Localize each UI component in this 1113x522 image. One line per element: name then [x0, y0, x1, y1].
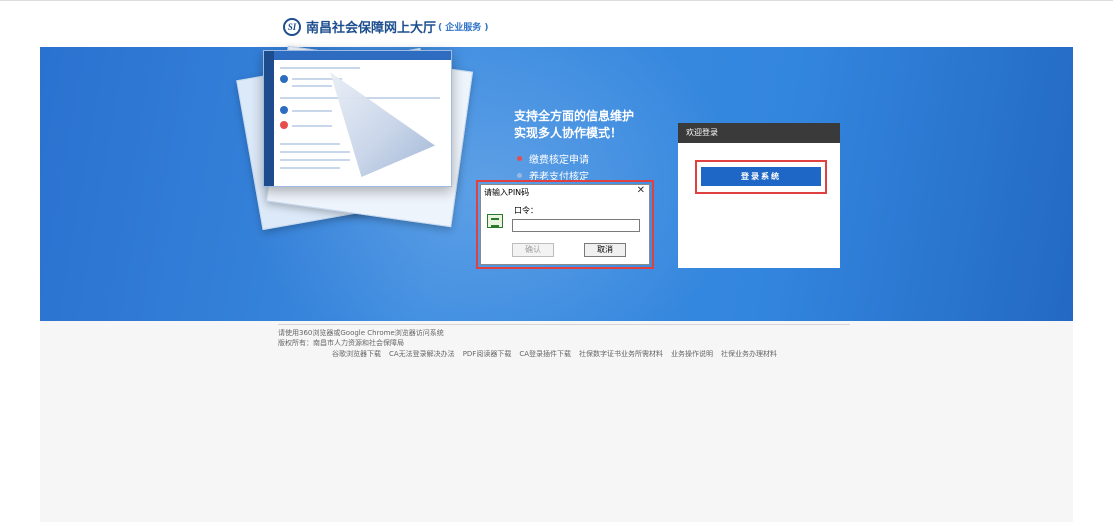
illustration-line [280, 151, 350, 153]
browser-note: 请使用360浏览器或Google Chrome浏览器访问系统 [278, 329, 444, 337]
login-panel: 欢迎登录 登录系统 [678, 123, 840, 268]
copyright-text: 版权所有：南昌市人力资源和社会保障局 [278, 339, 404, 347]
close-icon[interactable]: ✕ [637, 185, 645, 196]
certificate-icon [487, 214, 503, 228]
footer-link-business-materials[interactable]: 社保业务办理材料 [721, 349, 777, 359]
illustration-topbar [274, 51, 451, 60]
footer-link-certificate-materials[interactable]: 社保数字证书业务所需材料 [579, 349, 663, 359]
login-button-highlight: 登录系统 [695, 160, 827, 194]
illustration-sidebar [264, 51, 274, 186]
illustration-line [280, 159, 350, 161]
pin-label: 口令： [514, 206, 538, 215]
pin-input[interactable] [512, 219, 640, 232]
login-panel-title: 欢迎登录 [686, 128, 718, 137]
slogan-line-2: 实现多人协作模式！ [514, 126, 623, 140]
feature-bullet: 缴费核定申请 [517, 151, 589, 166]
login-system-button[interactable]: 登录系统 [701, 167, 821, 186]
social-insurance-logo-icon: SI [283, 17, 301, 36]
footer-link-ca-plugin[interactable]: CA登录插件下载 [519, 349, 571, 359]
pin-cancel-button[interactable]: 取消 [584, 243, 626, 257]
illustration-dot [280, 106, 288, 114]
site-logo[interactable]: SI 南昌社会保障网上大厅 ( 企业服务 ) [283, 17, 489, 36]
illustration-line [292, 85, 332, 87]
banner-slogan: 支持全方面的信息维护 实现多人协作模式！ [514, 108, 634, 142]
page-header: SI 南昌社会保障网上大厅 ( 企业服务 ) [0, 1, 1113, 47]
site-subtitle: ( 企业服务 ) [438, 23, 489, 33]
bullet-dot-icon [517, 156, 522, 161]
slogan-line-1: 支持全方面的信息维护 [514, 109, 635, 123]
pin-dialog-title: 请输入PIN码 [484, 188, 530, 197]
footer-links: 谷歌浏览器下载 CA无法登录解决办法 PDF阅读器下载 CA登录插件下载 社保数… [332, 349, 777, 359]
pin-dialog-highlight: 请输入PIN码 ✕ 口令： 确认 取消 [476, 180, 654, 269]
footer-link-operation-guide[interactable]: 业务操作说明 [671, 349, 713, 359]
feature-label: 缴费核定申请 [529, 155, 589, 166]
illustration-line [280, 167, 340, 169]
bullet-dot-icon [517, 173, 522, 178]
site-title: 南昌社会保障网上大厅 [306, 21, 437, 36]
pin-dialog: 请输入PIN码 ✕ 口令： 确认 取消 [480, 184, 650, 265]
footer-link-pdf-reader[interactable]: PDF阅读器下载 [463, 349, 512, 359]
login-panel-header: 欢迎登录 [678, 123, 840, 143]
footer-link-ca-login-fix[interactable]: CA无法登录解决办法 [389, 349, 455, 359]
footer-link-chrome-download[interactable]: 谷歌浏览器下载 [332, 349, 381, 359]
illustration-dot [280, 75, 288, 83]
illustration-line [292, 110, 332, 112]
illustration-line [280, 67, 360, 69]
footer-divider [278, 324, 850, 325]
illustration-line [280, 143, 340, 145]
illustration-dot [280, 121, 288, 129]
pin-confirm-button[interactable]: 确认 [512, 243, 554, 257]
illustration-line [292, 125, 332, 127]
